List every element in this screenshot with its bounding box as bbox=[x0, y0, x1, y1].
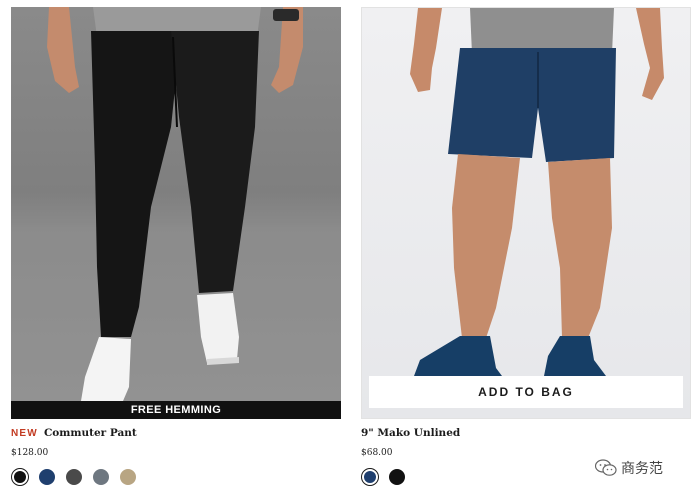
product-price-commuter-pant: $128.00 bbox=[11, 448, 49, 458]
add-to-bag-button[interactable]: ADD TO BAG bbox=[369, 376, 683, 408]
product-name-commuter-pant[interactable]: Commuter Pant bbox=[44, 427, 137, 439]
swatch-khaki[interactable] bbox=[119, 468, 137, 486]
commuter-pant-photo bbox=[11, 7, 341, 419]
product-title-commuter-pant[interactable]: NEW Commuter Pant bbox=[11, 427, 137, 439]
product-title-mako-unlined[interactable]: 9" Mako Unlined bbox=[361, 427, 460, 439]
swatch-black[interactable] bbox=[11, 468, 29, 486]
swatch-navy[interactable] bbox=[361, 468, 379, 486]
mako-unlined-photo bbox=[410, 8, 664, 376]
watermark: 商务范 bbox=[595, 458, 663, 478]
product-card-mako-unlined: ADD TO BAG bbox=[361, 7, 691, 419]
swatch-charcoal[interactable] bbox=[65, 468, 83, 486]
new-badge: NEW bbox=[11, 428, 38, 439]
swatch-black[interactable] bbox=[388, 468, 406, 486]
wechat-icon bbox=[595, 459, 617, 476]
color-swatches-mako-unlined bbox=[361, 468, 406, 486]
product-image-commuter-pant[interactable]: FREE HEMMING bbox=[11, 7, 341, 419]
product-price-mako-unlined: $68.00 bbox=[361, 448, 393, 458]
watermark-text: 商务范 bbox=[621, 461, 663, 477]
product-image-mako-unlined[interactable]: ADD TO BAG bbox=[361, 7, 691, 419]
color-swatches-commuter-pant bbox=[11, 468, 137, 486]
product-card-commuter-pant: FREE HEMMING bbox=[11, 7, 341, 419]
free-hemming-ribbon: FREE HEMMING bbox=[11, 401, 341, 419]
swatch-navy[interactable] bbox=[38, 468, 56, 486]
product-name-mako-unlined[interactable]: 9" Mako Unlined bbox=[361, 427, 460, 439]
swatch-slate-gray[interactable] bbox=[92, 468, 110, 486]
